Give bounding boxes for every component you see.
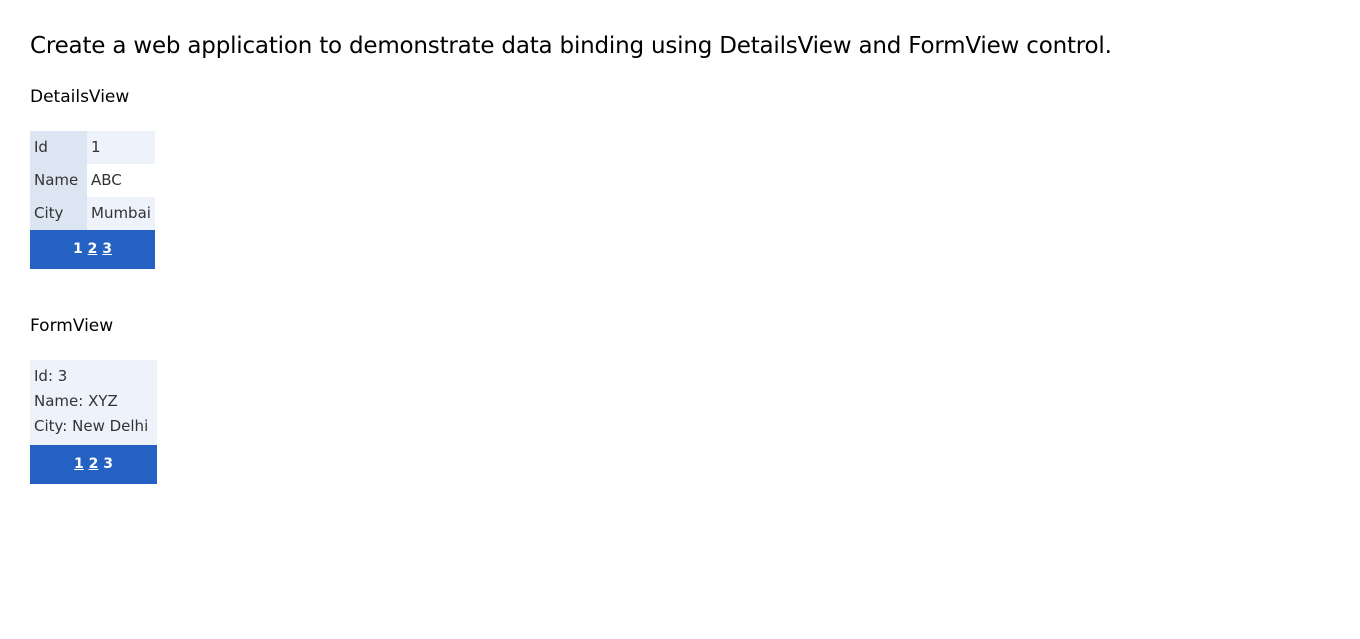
pager-link-page-2[interactable]: 2 <box>88 241 98 257</box>
details-row-name: Name ABC <box>30 164 155 197</box>
pager-link-page-2[interactable]: 2 <box>89 456 99 472</box>
pager-link-page-3[interactable]: 3 <box>102 241 112 257</box>
field-label-id: Id <box>30 131 87 164</box>
details-row-city: City Mumbai <box>30 197 155 230</box>
details-row-id: Id 1 <box>30 131 155 164</box>
form-view-item: Id: 3 Name: XYZ City: New Delhi <box>30 360 157 445</box>
field-label-city: City <box>30 197 87 230</box>
page: Create a web application to demonstrate … <box>0 0 1360 639</box>
field-value-name: ABC <box>87 164 155 197</box>
pager-link-page-1[interactable]: 1 <box>74 456 84 472</box>
details-view: Id 1 Name ABC City Mumbai 1 2 3 <box>30 131 155 269</box>
form-view-heading: FormView <box>30 316 114 336</box>
field-value-city: Mumbai <box>87 197 155 230</box>
pager-current-page: 1 <box>72 241 83 257</box>
form-view-name-line: Name: XYZ <box>34 392 118 410</box>
field-label-name: Name <box>30 164 87 197</box>
page-title: Create a web application to demonstrate … <box>30 33 1112 59</box>
form-view-city-line: City: New Delhi <box>34 417 149 435</box>
details-view-pager: 1 2 3 <box>30 230 155 269</box>
form-view-pager: 1 2 3 <box>30 445 157 484</box>
form-view-id-line: Id: 3 <box>34 367 68 385</box>
field-value-id: 1 <box>87 131 155 164</box>
pager-current-page: 3 <box>103 456 113 472</box>
form-view: Id: 3 Name: XYZ City: New Delhi 1 2 3 <box>30 360 157 484</box>
details-view-heading: DetailsView <box>30 87 130 107</box>
